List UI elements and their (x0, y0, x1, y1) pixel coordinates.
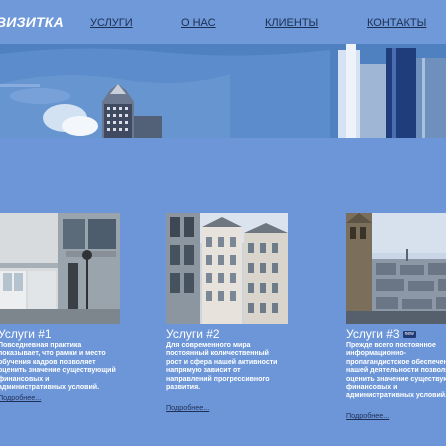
nav-link-contacts[interactable]: КОНТАКТЫ (367, 17, 426, 29)
nav-link-about[interactable]: О НАС (181, 17, 216, 29)
service-photo-3 (346, 213, 446, 324)
header-banner-image (0, 44, 446, 138)
service-title-3: Услуги #3 new (346, 327, 416, 341)
service-title-3-text: Услуги #3 (346, 327, 400, 341)
header-bar: ВИЗИТКА УСЛУГИ О НАС КЛИЕНТЫ КОНТАКТЫ (0, 0, 446, 44)
service-description-1: Повседневная практика показывает, что ра… (0, 342, 116, 392)
nav-link-services[interactable]: УСЛУГИ (90, 17, 133, 29)
new-badge: new (402, 331, 416, 339)
read-more-link-3[interactable]: Подробнее... (346, 411, 389, 420)
city-skyline-illustration (0, 44, 446, 138)
service-description-2: Для современного мира постоянный количес… (166, 342, 278, 392)
nav-link-clients[interactable]: КЛИЕНТЫ (265, 17, 318, 29)
site-logo[interactable]: ВИЗИТКА (0, 14, 64, 30)
read-more-link-2[interactable]: Подробнее... (166, 403, 209, 412)
service-title-2: Услуги #2 (166, 327, 220, 341)
read-more-link-1[interactable]: Подробнее... (0, 393, 41, 402)
service-description-3: Прежде всего постоянное информационно-пр… (346, 342, 446, 400)
service-photo-2 (166, 213, 288, 324)
service-title-1: Услуги #1 (0, 327, 52, 341)
service-photo-1 (0, 213, 120, 324)
